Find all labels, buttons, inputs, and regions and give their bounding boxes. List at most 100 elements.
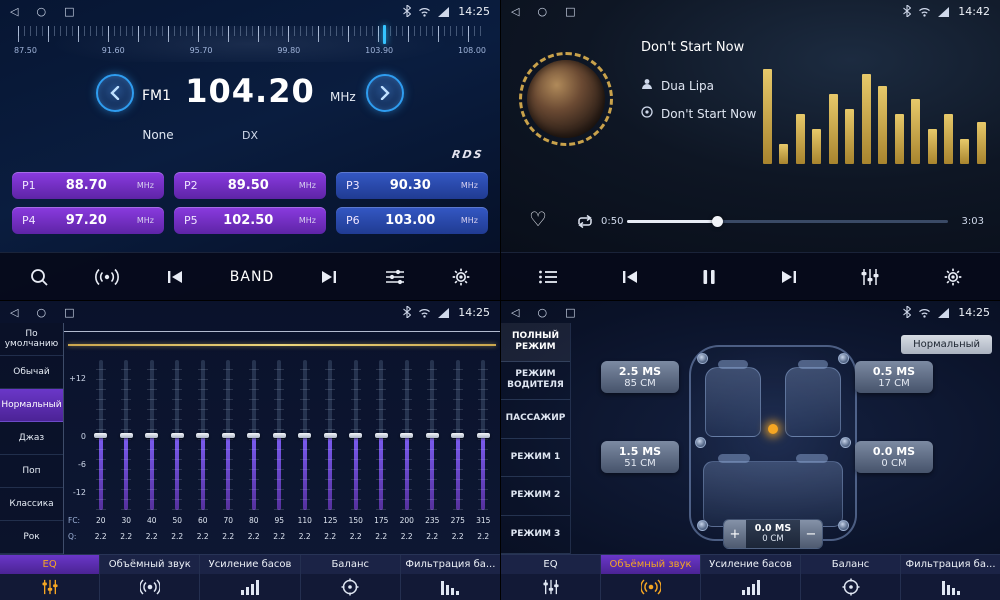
equalizer-icon[interactable] (852, 253, 888, 300)
tab-surround[interactable]: Объёмный звук (601, 555, 701, 600)
eq-band-slider[interactable] (420, 360, 446, 510)
eq-preset-custom[interactable]: Обычай (0, 356, 63, 389)
preset-p4[interactable]: P4 97.20 MHz (12, 207, 164, 234)
delay-plus-button[interactable]: + (724, 520, 746, 548)
favorite-heart-icon[interactable]: ♡ (529, 209, 547, 229)
tune-sliders-icon[interactable] (377, 253, 413, 300)
eq-slider-knob[interactable] (247, 433, 260, 438)
preset-p5[interactable]: P5 102.50 MHz (174, 207, 326, 234)
home-icon[interactable]: ○ (537, 6, 547, 17)
eq-preset-rock[interactable]: Рок (0, 521, 63, 554)
eq-slider-knob[interactable] (145, 433, 158, 438)
previous-button[interactable] (158, 253, 192, 300)
settings-gear-icon[interactable] (935, 253, 971, 300)
seek-up-button[interactable] (366, 74, 404, 112)
next-button[interactable] (312, 253, 346, 300)
eq-band-slider[interactable] (394, 360, 420, 510)
home-icon[interactable]: ○ (36, 307, 46, 318)
eq-band-slider[interactable] (241, 360, 267, 510)
eq-band-slider[interactable] (292, 360, 318, 510)
eq-slider-knob[interactable] (120, 433, 133, 438)
mode-3[interactable]: РЕЖИМ 3 (501, 516, 570, 555)
tab-bass-boost[interactable]: Усиление басов (200, 555, 300, 600)
seek-down-button[interactable] (96, 74, 134, 112)
delay-minus-button[interactable]: − (800, 520, 822, 548)
tab-bass-boost[interactable]: Усиление басов (701, 555, 801, 600)
eq-slider-knob[interactable] (196, 433, 209, 438)
frequency-scale[interactable]: 87.5091.6095.7099.80103.90108.00 (12, 26, 488, 62)
back-icon[interactable]: ◁ (10, 6, 18, 17)
preset-p1[interactable]: P1 88.70 MHz (12, 172, 164, 199)
eq-preset-pop[interactable]: Поп (0, 455, 63, 488)
preset-p6[interactable]: P6 103.00 MHz (336, 207, 488, 234)
eq-slider-knob[interactable] (273, 433, 286, 438)
eq-slider-knob[interactable] (426, 433, 439, 438)
eq-slider-knob[interactable] (477, 433, 490, 438)
repeat-icon[interactable] (575, 214, 595, 233)
delay-front-left[interactable]: 2.5 MS 85 CM (601, 361, 679, 393)
preset-p2[interactable]: P2 89.50 MHz (174, 172, 326, 199)
settings-gear-icon[interactable] (443, 253, 479, 300)
mode-1[interactable]: РЕЖИМ 1 (501, 439, 570, 478)
band-button[interactable]: BAND (222, 253, 282, 300)
tab-eq[interactable]: EQ (501, 555, 601, 600)
eq-band-slider[interactable] (165, 360, 191, 510)
eq-preset-normal[interactable]: Нормальный (0, 389, 63, 422)
eq-band-slider[interactable] (471, 360, 497, 510)
preset-p3[interactable]: P3 90.30 MHz (336, 172, 488, 199)
eq-slider-knob[interactable] (222, 433, 235, 438)
eq-band-slider[interactable] (139, 360, 165, 510)
mode-driver[interactable]: РЕЖИМ ВОДИТЕЛЯ (501, 362, 570, 401)
back-icon[interactable]: ◁ (511, 307, 519, 318)
mode-passenger[interactable]: ПАССАЖИР (501, 400, 570, 439)
delay-rear-left[interactable]: 1.5 MS 51 CM (601, 441, 679, 473)
mode-2[interactable]: РЕЖИМ 2 (501, 477, 570, 516)
eq-slider-knob[interactable] (349, 433, 362, 438)
eq-band-slider[interactable] (216, 360, 242, 510)
recents-icon[interactable]: □ (64, 307, 74, 318)
back-icon[interactable]: ◁ (511, 6, 519, 17)
eq-slider-knob[interactable] (171, 433, 184, 438)
recents-icon[interactable]: □ (565, 307, 575, 318)
search-stations-button[interactable] (21, 253, 57, 300)
delay-front-right[interactable]: 0.5 MS 17 CM (855, 361, 933, 393)
eq-band-slider[interactable] (369, 360, 395, 510)
eq-slider-knob[interactable] (324, 433, 337, 438)
mode-full[interactable]: ПОЛНЫЙ РЕЖИМ (501, 323, 570, 362)
recents-icon[interactable]: □ (64, 6, 74, 17)
back-icon[interactable]: ◁ (10, 307, 18, 318)
eq-preset-classic[interactable]: Классика (0, 488, 63, 521)
eq-preset-jazz[interactable]: Джаз (0, 422, 63, 455)
surround-preset-chip[interactable]: Нормальный (901, 335, 992, 354)
eq-band-slider[interactable] (114, 360, 140, 510)
delay-rear-right[interactable]: 0.0 MS 0 CM (855, 441, 933, 473)
tab-balance[interactable]: Баланс (301, 555, 401, 600)
listening-position-dot[interactable] (768, 424, 778, 434)
playlist-icon[interactable] (530, 253, 566, 300)
tab-filter[interactable]: Фильтрация ба... (401, 555, 500, 600)
broadcast-icon[interactable] (87, 253, 127, 300)
recents-icon[interactable]: □ (565, 6, 575, 17)
pause-button[interactable] (693, 253, 725, 300)
eq-slider-knob[interactable] (400, 433, 413, 438)
eq-slider-knob[interactable] (451, 433, 464, 438)
next-track-button[interactable] (772, 253, 806, 300)
progress-track[interactable] (627, 220, 948, 223)
eq-band-slider[interactable] (318, 360, 344, 510)
eq-band-slider[interactable] (343, 360, 369, 510)
eq-band-slider[interactable] (190, 360, 216, 510)
eq-slider-knob[interactable] (375, 433, 388, 438)
home-icon[interactable]: ○ (537, 307, 547, 318)
eq-slider-knob[interactable] (94, 433, 107, 438)
previous-track-button[interactable] (613, 253, 647, 300)
eq-slider-knob[interactable] (298, 433, 311, 438)
tab-balance[interactable]: Баланс (801, 555, 901, 600)
home-icon[interactable]: ○ (36, 6, 46, 17)
progress-knob[interactable] (712, 216, 723, 227)
eq-band-slider[interactable] (267, 360, 293, 510)
eq-band-slider[interactable] (88, 360, 114, 510)
eq-band-slider[interactable] (445, 360, 471, 510)
tab-surround[interactable]: Объёмный звук (100, 555, 200, 600)
tab-filter[interactable]: Фильтрация ба... (901, 555, 1000, 600)
eq-preset-default[interactable]: По умолчанию (0, 323, 63, 356)
